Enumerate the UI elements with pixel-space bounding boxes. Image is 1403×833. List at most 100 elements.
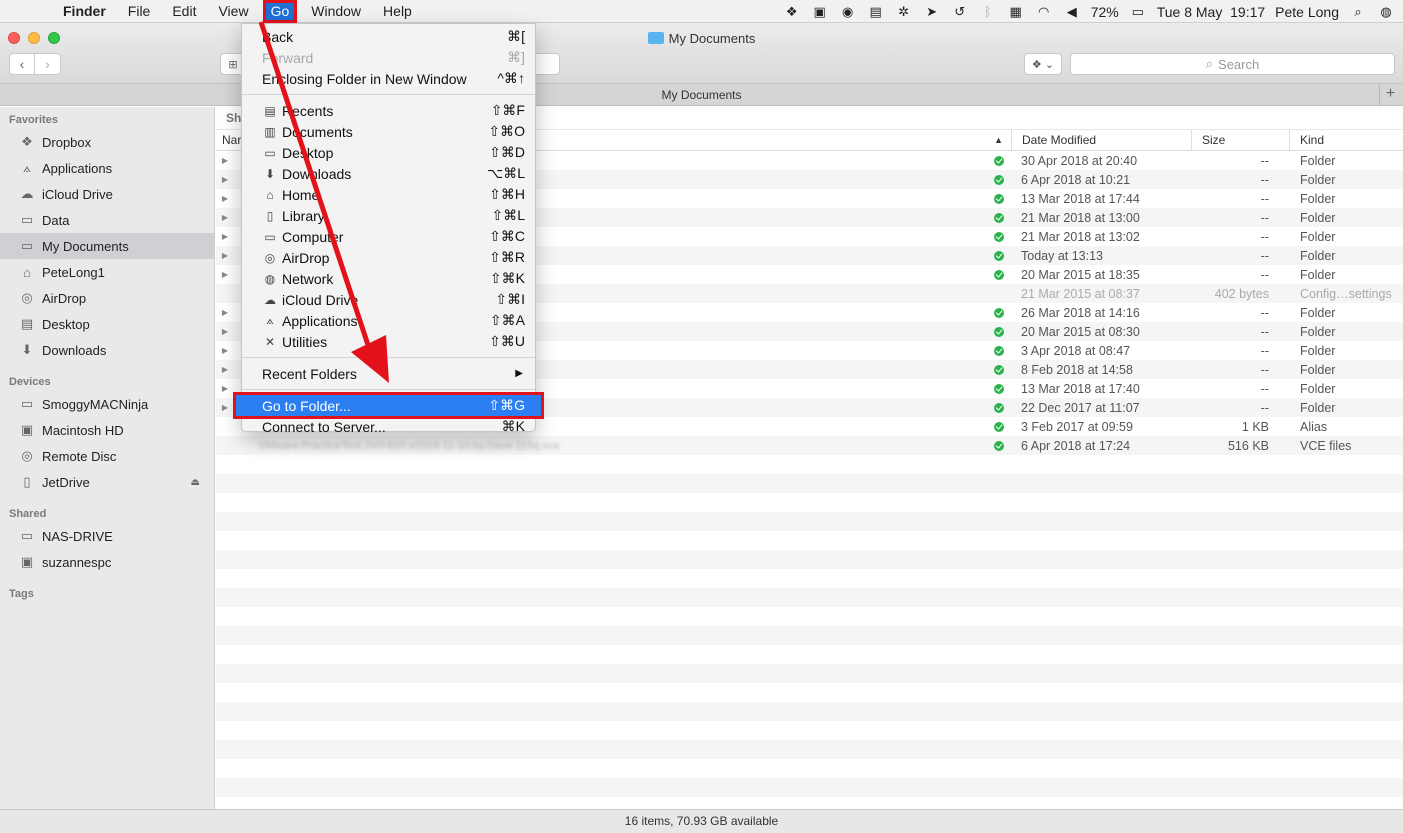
menu-item-desktop[interactable]: ▭ Desktop ⇧⌘D bbox=[242, 142, 535, 163]
menu-view[interactable]: View bbox=[207, 0, 259, 23]
file-size: -- bbox=[1260, 381, 1269, 396]
disclosure-triangle-icon[interactable]: ▶ bbox=[216, 403, 234, 412]
sidebar-item-dropbox[interactable]: ❖ Dropbox bbox=[0, 129, 214, 155]
file-date: 22 Dec 2017 at 11:07 bbox=[1021, 400, 1140, 415]
menu-item-back[interactable]: Back ⌘[ bbox=[242, 26, 535, 47]
sidebar-item-label: Dropbox bbox=[42, 134, 92, 150]
sidebar-item-suzannespc[interactable]: ▣ suzannespc bbox=[0, 549, 214, 575]
disclosure-triangle-icon[interactable]: ▶ bbox=[216, 384, 234, 393]
file-date: 13 Mar 2018 at 17:44 bbox=[1021, 191, 1140, 206]
computer-icon: ▭ bbox=[20, 396, 34, 411]
dropbox-tray-icon[interactable]: ❖ bbox=[783, 4, 801, 20]
sidebar-item-macintosh-hd[interactable]: ▣ Macintosh HD bbox=[0, 417, 214, 443]
sidebar-item-applications[interactable]: ⟑ Applications bbox=[0, 155, 214, 181]
disclosure-triangle-icon[interactable]: ▶ bbox=[216, 346, 234, 355]
disclosure-triangle-icon[interactable]: ▶ bbox=[216, 175, 234, 184]
column-header-kind[interactable]: Kind bbox=[1289, 130, 1403, 150]
sidebar-item-smoggymacninja[interactable]: ▭ SmoggyMACNinja bbox=[0, 391, 214, 417]
sidebar-item-remote-disc[interactable]: ◎ Remote Disc bbox=[0, 443, 214, 469]
menu-item-home[interactable]: ⌂ Home ⇧⌘H bbox=[242, 184, 535, 205]
sidebar-item-petelong1[interactable]: ⌂ PeteLong1 bbox=[0, 259, 214, 285]
gear-tray-icon[interactable]: ✲ bbox=[895, 4, 913, 20]
sidebar-item-desktop[interactable]: ▤ Desktop bbox=[0, 311, 214, 337]
sidebar-item-jetdrive[interactable]: ▯ JetDrive ⏏ bbox=[0, 469, 214, 495]
menu-item-downloads[interactable]: ⬇ Downloads ⌥⌘L bbox=[242, 163, 535, 184]
sidebar-item-icloud-drive[interactable]: ☁ iCloud Drive bbox=[0, 181, 214, 207]
forward-button[interactable]: › bbox=[35, 53, 61, 75]
column-header-date[interactable]: Date Modified bbox=[1011, 130, 1191, 150]
menu-item-icloud-drive[interactable]: ☁ iCloud Drive ⇧⌘I bbox=[242, 289, 535, 310]
menu-go[interactable]: Go bbox=[262, 0, 298, 23]
menu-item-go-to-folder[interactable]: Go to Folder... ⇧⌘G bbox=[233, 392, 544, 419]
disclosure-triangle-icon[interactable]: ▶ bbox=[216, 251, 234, 260]
disclosure-triangle-icon[interactable]: ▶ bbox=[216, 308, 234, 317]
new-tab-button[interactable]: + bbox=[1379, 85, 1401, 105]
menu-item-connect-to-server[interactable]: Connect to Server... ⌘K bbox=[242, 416, 535, 437]
disclosure-triangle-icon[interactable]: ▶ bbox=[216, 213, 234, 222]
battery-icon[interactable]: ▭ bbox=[1129, 4, 1147, 20]
spotlight-icon[interactable]: ⌕ bbox=[1349, 4, 1367, 20]
tab-my-documents[interactable]: My Documents bbox=[661, 88, 741, 102]
volume-icon[interactable]: ◀ bbox=[1063, 4, 1081, 20]
table-row[interactable]: VMware.PracticeTest.2V0-620.v2018-11-10.… bbox=[216, 436, 1403, 455]
menu-edit[interactable]: Edit bbox=[161, 0, 207, 23]
menu-item-label: Go to Folder... bbox=[262, 397, 351, 414]
file-size: -- bbox=[1260, 210, 1269, 225]
time-machine-icon[interactable]: ↺ bbox=[951, 4, 969, 20]
disclosure-triangle-icon[interactable]: ▶ bbox=[216, 194, 234, 203]
bluetooth-icon[interactable]: ᛒ bbox=[979, 4, 997, 20]
airdrop-icon: ◎ bbox=[21, 290, 33, 305]
sidebar-item-label: suzannespc bbox=[42, 554, 112, 570]
menu-item-shortcut: ⇧⌘O bbox=[488, 123, 525, 139]
menu-item-label: Library bbox=[282, 207, 325, 224]
battery-percent[interactable]: 72% bbox=[1091, 4, 1119, 20]
disclosure-triangle-icon[interactable]: ▶ bbox=[216, 365, 234, 374]
menu-help[interactable]: Help bbox=[372, 0, 423, 23]
sidebar-item-data[interactable]: ▭ Data bbox=[0, 207, 214, 233]
menu-item-network[interactable]: ◍ Network ⇧⌘K bbox=[242, 268, 535, 289]
search-field[interactable]: ⌕ Search bbox=[1070, 53, 1395, 75]
cursor-tray-icon[interactable]: ➤ bbox=[923, 4, 941, 20]
menu-item-recents[interactable]: ▤ Recents ⇧⌘F bbox=[242, 100, 535, 121]
sidebar-item-nas-drive[interactable]: ▭ NAS-DRIVE bbox=[0, 523, 214, 549]
menu-item-enclosing-folder[interactable]: Enclosing Folder in New Window ^⌘↑ bbox=[242, 68, 535, 89]
menu-item-label: Connect to Server... bbox=[262, 418, 386, 435]
menu-window[interactable]: Window bbox=[300, 0, 372, 23]
menu-item-computer[interactable]: ▭ Computer ⇧⌘C bbox=[242, 226, 535, 247]
file-date: 6 Apr 2018 at 17:24 bbox=[1021, 438, 1131, 453]
dropbox-toolbar-button[interactable]: ❖ ⌄ bbox=[1024, 53, 1062, 75]
network-icon: ◍ bbox=[264, 271, 276, 286]
menu-item-utilities[interactable]: ✕ Utilities ⇧⌘U bbox=[242, 331, 535, 352]
disclosure-triangle-icon[interactable]: ▶ bbox=[216, 156, 234, 165]
d-tray-icon[interactable]: ◉ bbox=[839, 4, 857, 20]
menu-item-airdrop[interactable]: ◎ AirDrop ⇧⌘R bbox=[242, 247, 535, 268]
eject-icon[interactable]: ⏏ bbox=[191, 477, 200, 488]
empty-row bbox=[216, 607, 1403, 626]
menu-item-applications[interactable]: ⟑ Applications ⇧⌘A bbox=[242, 310, 535, 331]
menu-item-documents[interactable]: ▥ Documents ⇧⌘O bbox=[242, 121, 535, 142]
clock[interactable]: Tue 8 May 19:17 bbox=[1157, 4, 1265, 20]
wifi-icon[interactable]: ◠ bbox=[1035, 4, 1053, 20]
sidebar-item-my-documents[interactable]: ▭ My Documents bbox=[0, 233, 214, 259]
menu-item-recent-folders[interactable]: Recent Folders ▶ bbox=[242, 363, 535, 384]
disclosure-triangle-icon[interactable]: ▶ bbox=[216, 327, 234, 336]
menu-item-library[interactable]: ▯ Library ⇧⌘L bbox=[242, 205, 535, 226]
sidebar-item-downloads[interactable]: ⬇ Downloads bbox=[0, 337, 214, 363]
computer-icon: ▣ bbox=[20, 554, 34, 569]
sidebar-item-label: Applications bbox=[42, 160, 113, 176]
back-button[interactable]: ‹ bbox=[9, 53, 35, 75]
sync-tray-icon[interactable]: ▣ bbox=[811, 4, 829, 20]
script-tray-icon[interactable]: ▤ bbox=[867, 4, 885, 20]
user-name[interactable]: Pete Long bbox=[1275, 4, 1339, 20]
disclosure-triangle-icon[interactable]: ▶ bbox=[216, 232, 234, 241]
keyboard-tray-icon[interactable]: ▦ bbox=[1007, 4, 1025, 20]
file-size: -- bbox=[1260, 153, 1269, 168]
go-locations-group: ▤ Recents ⇧⌘F ▥ Documents ⇧⌘O ▭ Desktop ⇧⌘D ⬇ Down… bbox=[242, 100, 535, 352]
siri-icon[interactable]: ◍ bbox=[1377, 4, 1395, 20]
sidebar-item-airdrop[interactable]: ◎ AirDrop bbox=[0, 285, 214, 311]
disclosure-triangle-icon[interactable]: ▶ bbox=[216, 270, 234, 279]
column-header-size[interactable]: Size bbox=[1191, 130, 1289, 150]
menu-finder[interactable]: Finder bbox=[52, 0, 117, 23]
finder-window: My Documents ‹ › ⊞ ❖ ⌄ ⌕ Search My Docume… bbox=[0, 24, 1403, 833]
menu-file[interactable]: File bbox=[117, 0, 162, 23]
